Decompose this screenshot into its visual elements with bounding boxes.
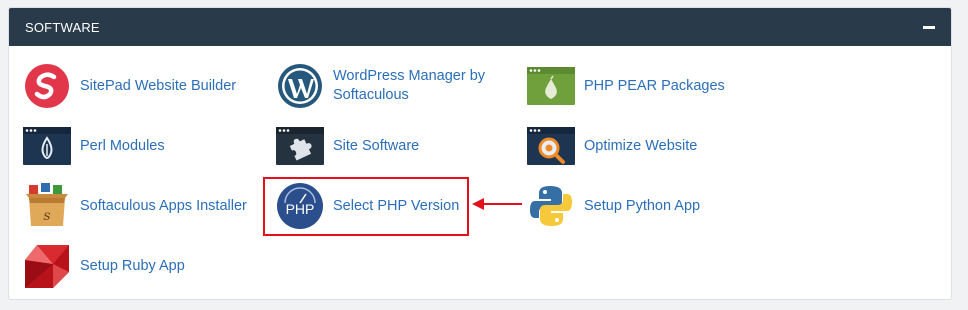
puzzle-icon [276, 122, 324, 170]
item-label: SitePad Website Builder [80, 77, 237, 94]
softaculous-icon: s [23, 182, 71, 230]
setup-python-app-link[interactable]: Setup Python App [527, 182, 700, 230]
highlight-box [263, 177, 469, 236]
item-label: Site Software [333, 137, 420, 154]
item-label: Setup Ruby App [80, 257, 185, 274]
site-software-link[interactable]: Site Software [276, 122, 419, 170]
wordpress-manager-link[interactable]: WordPress Manager by Softaculous [276, 62, 508, 110]
wordpress-icon [276, 62, 324, 110]
panel-header[interactable]: SOFTWARE [9, 8, 951, 46]
python-icon [527, 182, 575, 230]
item-label: Setup Python App [584, 197, 701, 214]
minus-icon[interactable] [923, 26, 935, 29]
perl-icon [23, 122, 71, 170]
optimize-website-link[interactable]: Optimize Website [527, 122, 697, 170]
sitepad-icon [23, 62, 71, 110]
item-label: Perl Modules [80, 137, 165, 154]
optimize-icon [527, 122, 575, 170]
setup-ruby-app-link[interactable]: Setup Ruby App [23, 242, 185, 290]
pear-icon [527, 62, 575, 110]
softaculous-apps-installer-link[interactable]: s Softaculous Apps Installer [23, 182, 247, 230]
sitepad-website-builder-link[interactable]: SitePad Website Builder [23, 62, 236, 110]
panel-title: SOFTWARE [25, 20, 100, 35]
item-label: Optimize Website [584, 137, 698, 154]
item-label: WordPress Manager by Softaculous [333, 68, 486, 103]
item-label: Softaculous Apps Installer [80, 197, 247, 214]
perl-modules-link[interactable]: Perl Modules [23, 122, 165, 170]
ruby-icon [23, 242, 71, 290]
php-pear-packages-link[interactable]: PHP PEAR Packages [527, 62, 725, 110]
svg-text:s: s [43, 208, 50, 224]
item-label: PHP PEAR Packages [584, 77, 725, 94]
annotation-arrow-icon [472, 198, 522, 210]
